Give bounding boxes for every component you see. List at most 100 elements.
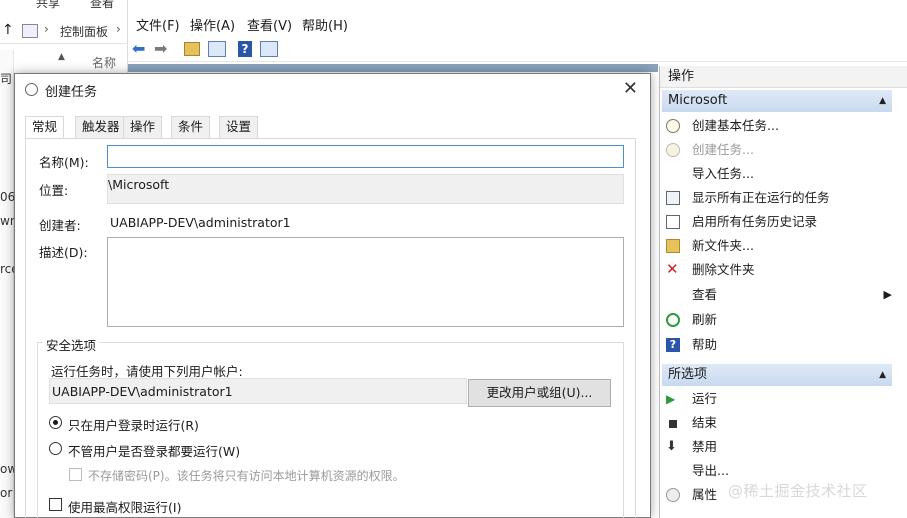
help-toolbar-icon[interactable]: ?: [238, 41, 252, 57]
close-icon[interactable]: ✕: [623, 78, 638, 99]
action-enable-history[interactable]: 启用所有任务历史记录: [666, 210, 892, 234]
collapse-section-icon[interactable]: ▲: [879, 364, 886, 386]
action-delete-folder[interactable]: ✕ 删除文件夹: [666, 258, 892, 282]
action-label: 创建任务...: [692, 142, 754, 157]
toolbar: ⬅ ➡ ?: [128, 36, 907, 62]
tab-settings[interactable]: 设置: [219, 116, 259, 138]
folder-icon: [666, 239, 680, 253]
dialog-title: 创建任务: [45, 85, 98, 100]
breadcrumb-chevron-icon[interactable]: ›: [44, 22, 49, 36]
dialog-titlebar: 创建任务 ✕: [15, 74, 650, 104]
radio-run-whether-logged-on[interactable]: [49, 442, 62, 455]
collapse-up-icon[interactable]: ▲: [58, 52, 65, 62]
highest-privileges-checkbox[interactable]: [49, 498, 62, 511]
tab-strip: 常规 触发器 操作 条件 设置: [25, 116, 275, 139]
back-icon[interactable]: ⬅: [132, 39, 152, 59]
action-label: 帮助: [692, 337, 718, 352]
action-end[interactable]: 结束: [666, 411, 892, 435]
collapse-section-icon[interactable]: ▲: [879, 90, 886, 112]
tab-triggers[interactable]: 触发器: [75, 116, 127, 138]
running-tasks-icon: [666, 191, 680, 205]
action-label: 新文件夹...: [692, 238, 754, 253]
action-label: 查看: [692, 287, 718, 302]
action-label: 禁用: [692, 439, 718, 454]
breadcrumb[interactable]: 控制面板: [60, 23, 108, 40]
action-run[interactable]: ▶ 运行: [666, 387, 892, 411]
action-label: 删除文件夹: [692, 262, 755, 277]
action-label: 显示所有正在运行的任务: [692, 190, 830, 205]
ribbon-tab-share[interactable]: 共享: [36, 0, 60, 11]
highest-privileges-label[interactable]: 使用最高权限运行(I): [68, 497, 181, 516]
description-textarea[interactable]: [107, 237, 624, 327]
radio-run-logged-on-label[interactable]: 只在用户登录时运行(R): [68, 415, 199, 434]
action-refresh[interactable]: 刷新: [666, 308, 892, 332]
disable-icon: ⬇: [666, 439, 677, 454]
clip-text-1: 司: [0, 72, 13, 86]
ribbon-tab-view[interactable]: 查看: [90, 0, 114, 11]
create-task-dialog: 创建任务 ✕ 常规 触发器 操作 条件 设置 名称(M): 位置: \Micro…: [14, 73, 651, 518]
action-new-folder[interactable]: 新文件夹...: [666, 234, 892, 258]
no-store-password-checkbox[interactable]: [69, 468, 82, 481]
tab-conditions[interactable]: 条件: [171, 116, 211, 138]
section-microsoft-label: Microsoft: [668, 93, 728, 108]
section-microsoft[interactable]: Microsoft ▲: [662, 90, 892, 112]
submenu-arrow-icon: ▶: [883, 288, 892, 301]
menu-view[interactable]: 查看(V): [247, 15, 292, 34]
up-arrow-icon[interactable]: ↑: [2, 22, 14, 38]
action-create-task[interactable]: 创建任务...: [666, 138, 892, 162]
forward-icon[interactable]: ➡: [154, 39, 174, 59]
run-as-user-value: UABIAPP-DEV\administrator1: [52, 384, 233, 399]
delete-icon: ✕: [666, 260, 679, 278]
nav-pane-strip: [0, 50, 14, 518]
properties-icon: [666, 488, 680, 502]
action-label: 导入任务...: [692, 166, 754, 181]
run-as-user-field: UABIAPP-DEV\administrator1: [49, 378, 467, 404]
author-value: UABIAPP-DEV\administrator1: [110, 215, 291, 230]
menu-help[interactable]: 帮助(H): [302, 15, 348, 34]
radio-run-whether-logged-on-label[interactable]: 不管用户是否登录都要运行(W): [68, 441, 240, 460]
action-label: 刷新: [692, 312, 718, 327]
up-folder-icon[interactable]: [184, 42, 200, 56]
menu-file[interactable]: 文件(F): [136, 15, 180, 34]
history-icon: [666, 215, 680, 229]
help-icon: ?: [666, 338, 680, 352]
show-hide-tree-icon[interactable]: [208, 41, 226, 57]
name-input[interactable]: [107, 145, 624, 168]
breadcrumb-more-icon[interactable]: ›: [116, 22, 121, 36]
center-pane-header-strip: [128, 64, 658, 72]
action-disable[interactable]: ⬇ 禁用: [666, 435, 892, 459]
run-icon: ▶: [666, 392, 676, 406]
tab-actions[interactable]: 操作: [123, 116, 163, 138]
menu-action[interactable]: 操作(A): [190, 15, 235, 34]
column-header-name[interactable]: 名称: [92, 54, 116, 71]
address-bar: ↑ › 控制面板 ›: [0, 18, 128, 44]
refresh-icon: [666, 313, 680, 327]
description-label: 描述(D):: [39, 245, 88, 260]
clock-icon: [25, 83, 38, 96]
watermark: @稀土掘金技术社区: [728, 482, 868, 500]
create-task-icon: [666, 143, 680, 157]
control-panel-ribbon: 共享 查看: [0, 0, 128, 12]
action-label: 创建基本任务...: [692, 118, 779, 133]
action-label: 启用所有任务历史记录: [692, 214, 818, 229]
change-user-button[interactable]: 更改用户或组(U)...: [468, 379, 611, 407]
control-panel-icon: [22, 24, 38, 38]
menu-bar: 文件(F) 操作(A) 查看(V) 帮助(H): [128, 12, 907, 34]
section-selected-item[interactable]: 所选项 ▲: [662, 364, 892, 386]
no-store-password-label: 不存储密码(P)。该任务将只有访问本地计算机资源的权限。: [88, 469, 405, 483]
action-label: 属性: [692, 487, 718, 502]
action-view[interactable]: 查看 ▶: [666, 283, 892, 307]
action-label: 运行: [692, 391, 718, 406]
action-label: 导出...: [692, 463, 729, 478]
action-show-running-tasks[interactable]: 显示所有正在运行的任务: [666, 186, 892, 210]
name-label: 名称(M):: [39, 155, 89, 170]
action-import-task[interactable]: 导入任务...: [666, 162, 892, 186]
tab-general[interactable]: 常规: [25, 116, 65, 139]
stop-icon: [669, 420, 677, 428]
action-help[interactable]: ? 帮助: [666, 333, 892, 357]
show-hide-action-pane-icon[interactable]: [260, 41, 278, 57]
mmc-titlebar: [128, 0, 907, 10]
action-create-basic-task[interactable]: 创建基本任务...: [666, 114, 892, 138]
radio-run-logged-on[interactable]: [49, 416, 62, 429]
action-label: 结束: [692, 415, 718, 430]
